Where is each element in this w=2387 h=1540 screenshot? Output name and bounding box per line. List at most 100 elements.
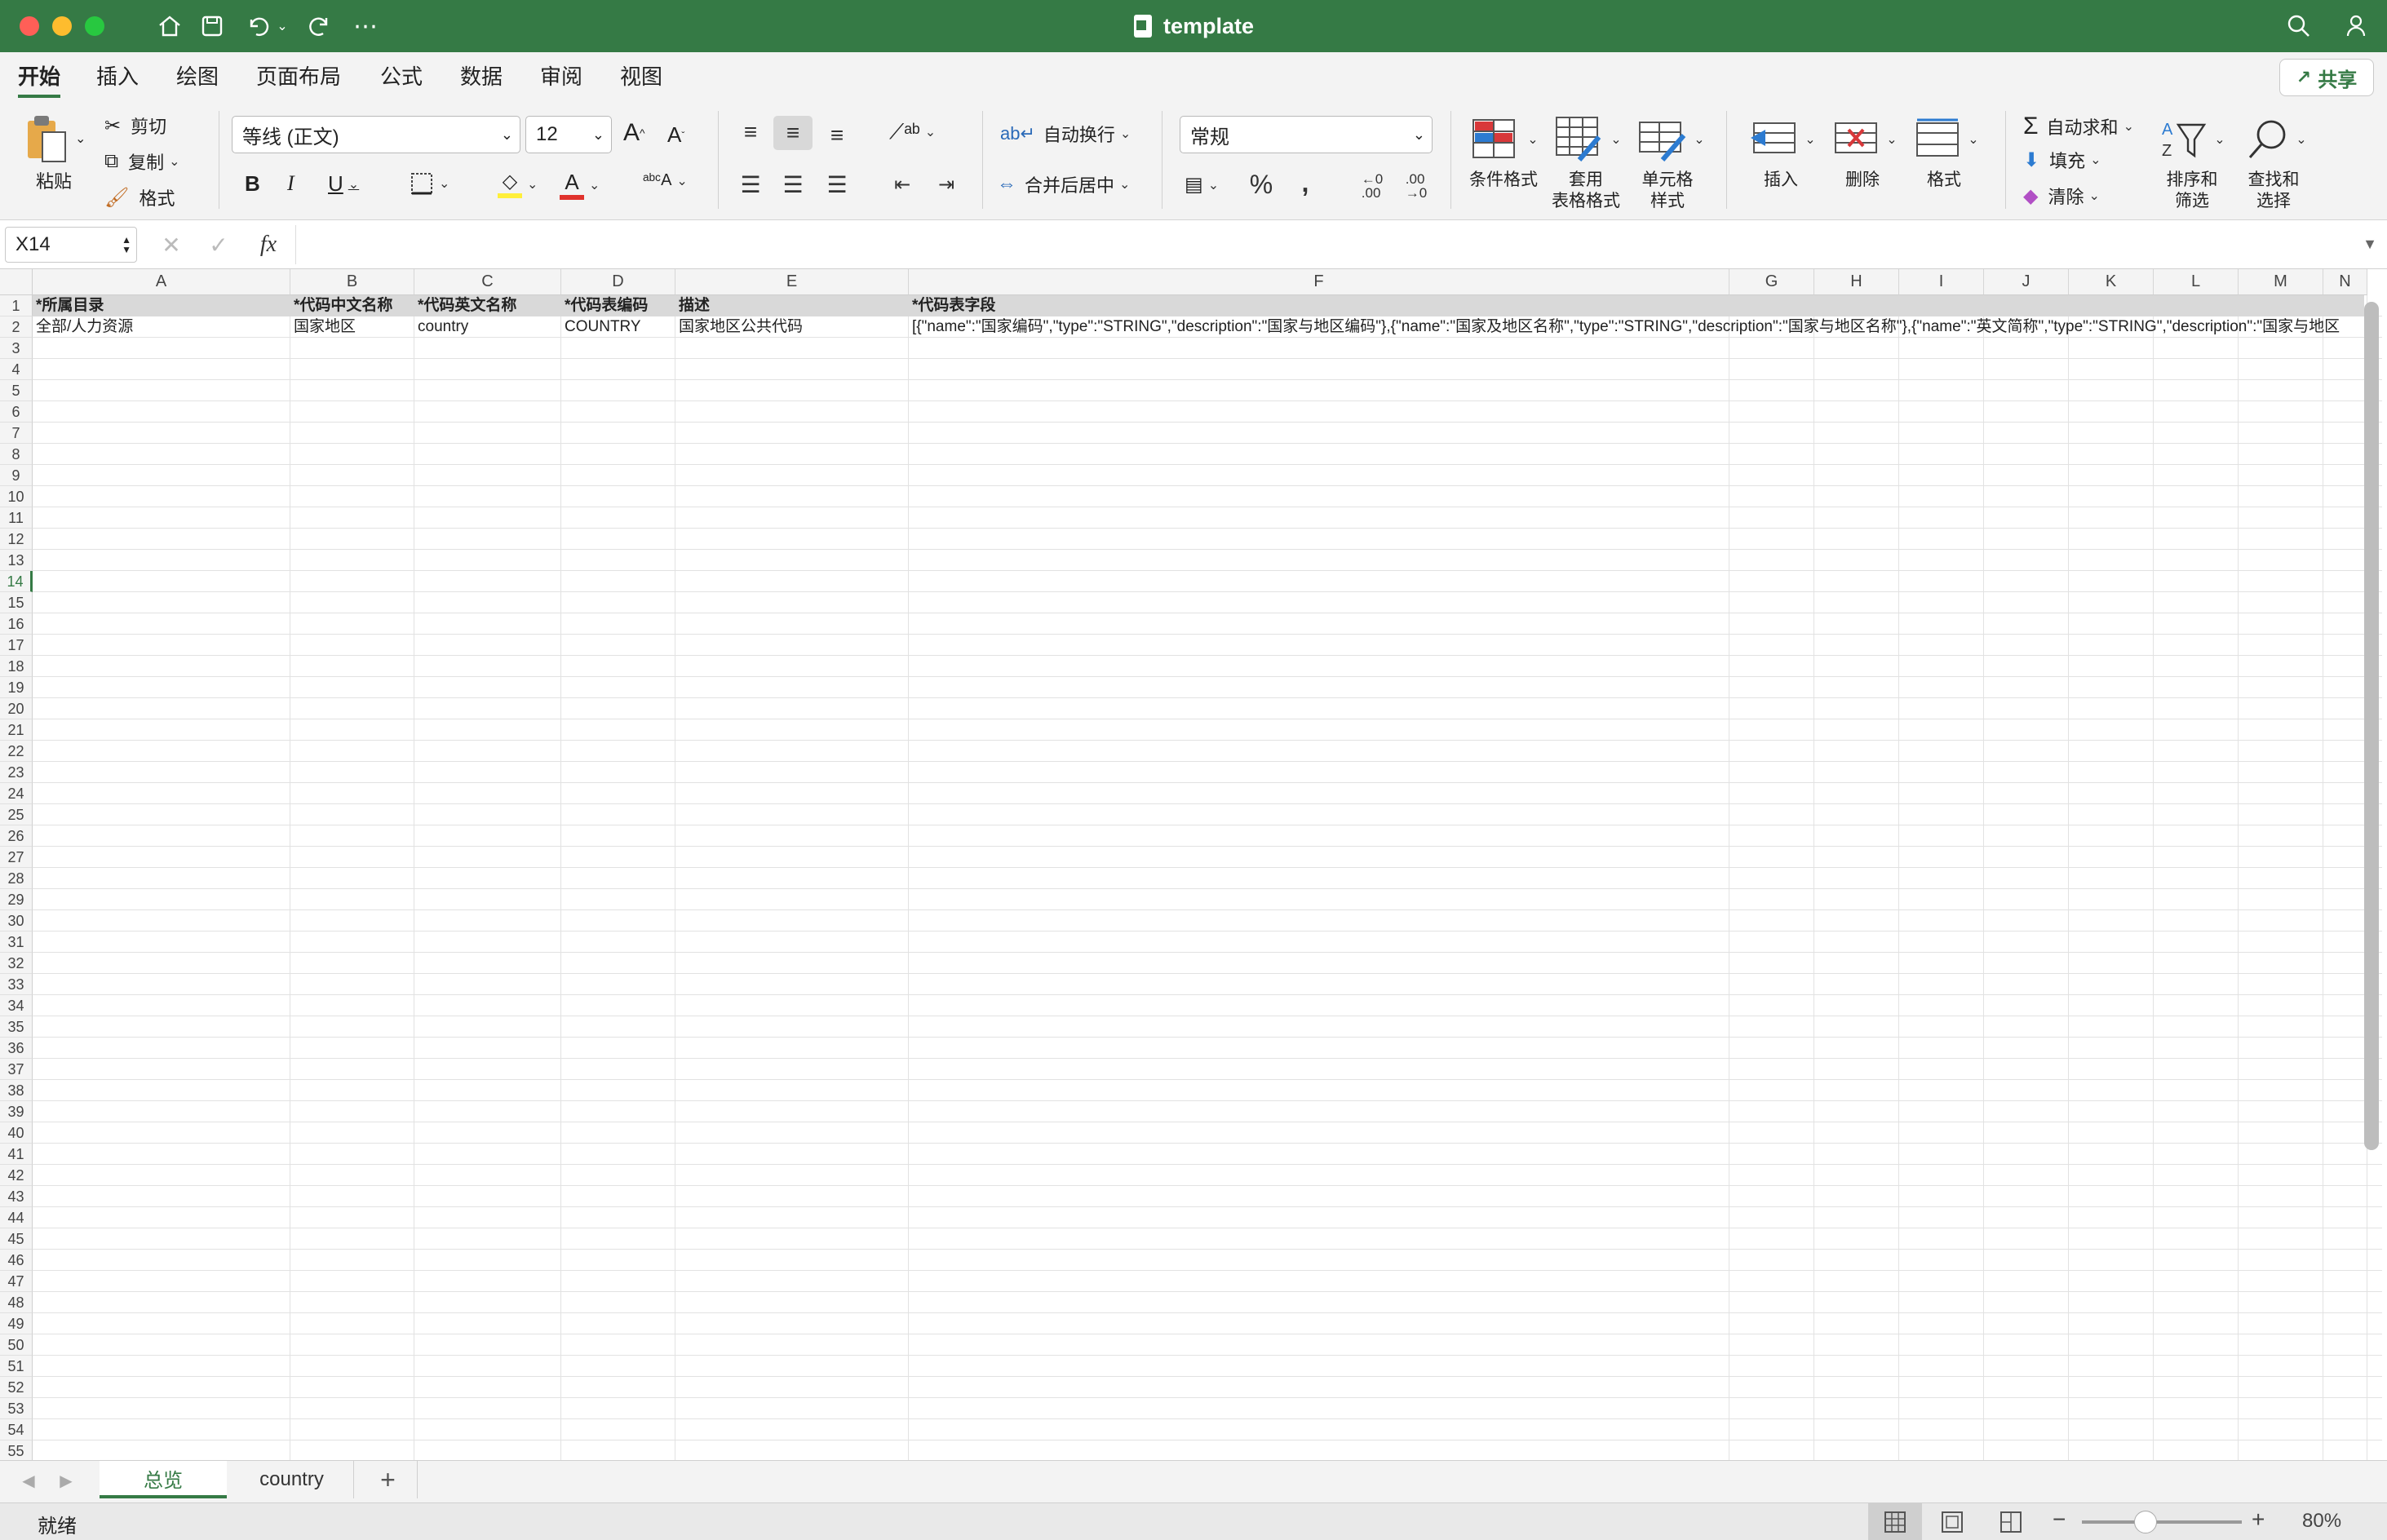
column-header-a[interactable]: A bbox=[33, 269, 290, 295]
paste-icon[interactable] bbox=[21, 113, 73, 166]
expand-formula-icon[interactable]: ▼ bbox=[2358, 232, 2382, 256]
header-cell[interactable]: *代码表编码 bbox=[561, 295, 675, 316]
row-header[interactable]: 8 bbox=[0, 444, 33, 465]
decrease-indent-icon[interactable]: ⇤ bbox=[884, 168, 920, 201]
zoom-slider-thumb[interactable] bbox=[2134, 1511, 2157, 1533]
table-cell[interactable]: COUNTRY bbox=[561, 316, 675, 338]
decrease-decimal-icon[interactable]: .00 →0 bbox=[1398, 170, 1434, 202]
row-header[interactable]: 29 bbox=[0, 889, 33, 910]
row-header[interactable]: 16 bbox=[0, 613, 33, 635]
increase-decimal-icon[interactable]: ←0.00 bbox=[1354, 170, 1390, 202]
row-header[interactable]: 33 bbox=[0, 974, 33, 995]
align-top-icon[interactable]: ≡ bbox=[733, 116, 768, 148]
row-header[interactable]: 32 bbox=[0, 953, 33, 974]
tab-formulas[interactable]: 公式 bbox=[380, 60, 423, 93]
column-header-d[interactable]: D bbox=[561, 269, 675, 295]
row-header[interactable]: 23 bbox=[0, 762, 33, 783]
home-icon[interactable] bbox=[153, 10, 186, 42]
decrease-font-icon[interactable]: Aˇ bbox=[667, 122, 684, 148]
row-header[interactable]: 41 bbox=[0, 1144, 33, 1165]
row-header[interactable]: 38 bbox=[0, 1080, 33, 1101]
name-box[interactable]: X14 ▲ ▼ bbox=[5, 227, 137, 263]
align-bottom-icon[interactable]: ≡ bbox=[819, 119, 855, 152]
row-header[interactable]: 48 bbox=[0, 1292, 33, 1313]
search-icon[interactable] bbox=[2283, 10, 2315, 42]
paste-dropdown-icon[interactable]: ⌄ bbox=[75, 131, 86, 147]
row-header[interactable]: 42 bbox=[0, 1165, 33, 1186]
row-header[interactable]: 47 bbox=[0, 1271, 33, 1292]
next-sheet-icon[interactable]: ▶ bbox=[54, 1466, 78, 1495]
insert-cells-icon[interactable]: ⌄ bbox=[1746, 113, 1819, 166]
row-header[interactable]: 11 bbox=[0, 507, 33, 529]
column-header-m[interactable]: M bbox=[2239, 269, 2323, 295]
zoom-window-button[interactable] bbox=[85, 16, 104, 36]
tab-page-layout[interactable]: 页面布局 bbox=[256, 60, 341, 93]
page-layout-view-button[interactable] bbox=[1942, 1511, 1963, 1538]
formula-input[interactable] bbox=[303, 227, 2343, 263]
minimize-window-button[interactable] bbox=[52, 16, 72, 36]
zoom-in-icon[interactable]: + bbox=[2252, 1507, 2265, 1533]
row-header[interactable]: 21 bbox=[0, 719, 33, 741]
row-header[interactable]: 19 bbox=[0, 677, 33, 698]
row-header[interactable]: 54 bbox=[0, 1419, 33, 1440]
row-header[interactable]: 9 bbox=[0, 465, 33, 486]
header-cell[interactable]: *代码英文名称 bbox=[414, 295, 561, 316]
vertical-scrollbar[interactable] bbox=[2364, 302, 2379, 1150]
tab-data[interactable]: 数据 bbox=[460, 60, 503, 93]
redo-icon[interactable] bbox=[303, 10, 336, 42]
row-header[interactable]: 15 bbox=[0, 592, 33, 613]
paste-button[interactable]: 粘贴 bbox=[36, 168, 72, 192]
undo-icon[interactable] bbox=[241, 10, 274, 42]
bold-button[interactable]: B bbox=[245, 171, 260, 197]
more-icon[interactable]: ⋯ bbox=[349, 10, 382, 42]
sheet-tab-country[interactable]: country bbox=[230, 1461, 354, 1498]
align-right-icon[interactable]: ☰ bbox=[819, 168, 855, 201]
number-format-select[interactable]: 常规 ⌄ bbox=[1180, 116, 1433, 153]
orientation-button[interactable]: ⟋ᵃᵇ ⌄ bbox=[889, 119, 936, 145]
row-header[interactable]: 25 bbox=[0, 804, 33, 825]
table-cell[interactable]: 国家地区公共代码 bbox=[675, 316, 909, 338]
row-header[interactable]: 37 bbox=[0, 1059, 33, 1080]
row-header[interactable]: 46 bbox=[0, 1250, 33, 1271]
column-header-g[interactable]: G bbox=[1729, 269, 1814, 295]
row-header[interactable]: 20 bbox=[0, 698, 33, 719]
row-header[interactable]: 55 bbox=[0, 1440, 33, 1460]
autosum-button[interactable]: Σ 自动求和 ⌄ bbox=[2023, 113, 2134, 140]
row-header[interactable]: 36 bbox=[0, 1038, 33, 1059]
sheet-tab-overview[interactable]: 总览 bbox=[100, 1461, 227, 1498]
confirm-formula-icon[interactable]: ✓ bbox=[202, 228, 235, 261]
row-header[interactable]: 43 bbox=[0, 1186, 33, 1207]
row-header[interactable]: 3 bbox=[0, 338, 33, 359]
insert-function-button[interactable]: fx bbox=[250, 228, 287, 261]
format-as-table-icon[interactable]: ⌄ bbox=[1552, 113, 1625, 166]
increase-indent-icon[interactable]: ⇥ bbox=[928, 168, 964, 201]
table-cell[interactable]: 全部/人力资源 bbox=[33, 316, 290, 338]
borders-button[interactable]: ⌄ bbox=[410, 171, 450, 196]
fill-button[interactable]: ⬇ 填充 ⌄ bbox=[2023, 147, 2101, 173]
row-header[interactable]: 34 bbox=[0, 995, 33, 1016]
format-painter-button[interactable]: 🖌 格式 bbox=[104, 184, 175, 210]
align-middle-icon[interactable]: ≡ bbox=[773, 116, 813, 150]
row-header[interactable]: 28 bbox=[0, 868, 33, 889]
column-header-f[interactable]: F bbox=[909, 269, 1729, 295]
align-left-icon[interactable]: ☰ bbox=[733, 168, 768, 201]
save-icon[interactable] bbox=[196, 10, 228, 42]
tab-home[interactable]: 开始 bbox=[18, 60, 61, 98]
find-select-icon[interactable]: ⌄ bbox=[2242, 113, 2310, 166]
accounting-button[interactable]: ▤ ⌄ bbox=[1185, 173, 1219, 197]
row-header[interactable]: 53 bbox=[0, 1398, 33, 1419]
header-cell[interactable]: *代码中文名称 bbox=[290, 295, 414, 316]
tab-insert[interactable]: 插入 bbox=[96, 60, 139, 93]
copy-button[interactable]: ⧉ 复制 ⌄ bbox=[104, 148, 180, 175]
table-cell[interactable]: [{"name":"国家编码","type":"STRING","descrip… bbox=[909, 316, 2340, 338]
clear-button[interactable]: ◆ 清除 ⌄ bbox=[2023, 183, 2100, 209]
row-header[interactable]: 10 bbox=[0, 486, 33, 507]
row-header[interactable]: 39 bbox=[0, 1101, 33, 1122]
sort-filter-icon[interactable]: A Z ⌄ bbox=[2159, 113, 2227, 166]
normal-view-button[interactable] bbox=[1868, 1503, 1922, 1540]
account-icon[interactable] bbox=[2338, 10, 2371, 42]
cell-styles-icon[interactable]: ⌄ bbox=[1635, 113, 1708, 166]
row-header[interactable]: 18 bbox=[0, 656, 33, 677]
row-header[interactable]: 24 bbox=[0, 783, 33, 804]
row-header[interactable]: 22 bbox=[0, 741, 33, 762]
